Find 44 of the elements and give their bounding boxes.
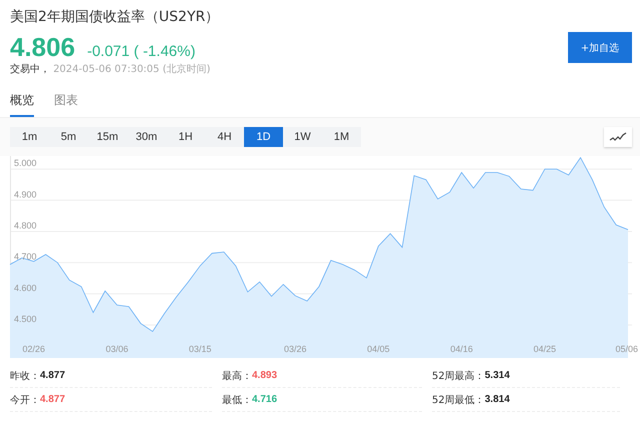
period-button[interactable]: 5m bbox=[49, 127, 88, 147]
price-change: -0.071 ( -1.46%) bbox=[87, 43, 196, 60]
x-axis-label: 03/06 bbox=[106, 344, 128, 354]
y-axis-label: 4.600 bbox=[14, 282, 37, 293]
x-axis-label: 02/26 bbox=[22, 344, 46, 354]
stat-label: 昨收： bbox=[10, 370, 40, 382]
y-axis-label: 4.700 bbox=[14, 252, 37, 262]
stat-label: 最高： bbox=[222, 370, 252, 382]
stat-label: 52周最低： bbox=[432, 394, 485, 406]
stat-label: 52周最高： bbox=[432, 370, 485, 382]
period-button[interactable]: 1D bbox=[244, 127, 283, 147]
y-axis-label: 4.500 bbox=[14, 314, 37, 324]
quote-title: 美国2年期国债收益率（US2YR） bbox=[10, 8, 220, 27]
x-axis-label: 04/25 bbox=[534, 344, 556, 354]
stat-value: 4.716 bbox=[252, 394, 278, 405]
y-axis-label: 4.900 bbox=[14, 189, 37, 200]
x-axis-label: 04/05 bbox=[367, 344, 390, 354]
x-axis-label: 03/26 bbox=[284, 344, 306, 354]
stat-label: 今开： bbox=[10, 394, 40, 406]
y-axis-label: 4.800 bbox=[14, 220, 37, 230]
stat-value: 4.877 bbox=[40, 370, 66, 381]
period-button[interactable]: 4H bbox=[205, 127, 244, 147]
period-button[interactable]: 1m bbox=[10, 127, 49, 147]
x-axis-label: 03/15 bbox=[188, 344, 212, 354]
trading-status: 交易中， bbox=[10, 64, 50, 75]
period-button[interactable]: 30m bbox=[127, 127, 166, 147]
stat-value: 3.814 bbox=[484, 394, 510, 405]
timestamp: 2024-05-06 07:30:05 (北京时间) bbox=[53, 64, 210, 75]
period-button[interactable]: 1W bbox=[283, 127, 322, 147]
stat-value: 5.314 bbox=[484, 370, 510, 381]
stat-label: 最低： bbox=[222, 394, 252, 406]
period-button[interactable]: 15m bbox=[88, 127, 127, 147]
price: 4.806 bbox=[10, 32, 76, 62]
chart-type-button[interactable] bbox=[604, 127, 632, 147]
add-watchlist-button[interactable]: +加自选 bbox=[568, 32, 632, 63]
line-chart-icon bbox=[609, 132, 627, 142]
stat-value: 4.877 bbox=[40, 394, 66, 405]
stat-value: 4.893 bbox=[252, 370, 278, 381]
y-axis-label: 5.000 bbox=[14, 158, 37, 168]
period-button[interactable]: 1H bbox=[166, 127, 205, 147]
tab[interactable]: 图表 bbox=[54, 86, 78, 117]
x-axis-label: 04/16 bbox=[450, 344, 473, 354]
x-axis-label: 05/06 bbox=[615, 344, 638, 354]
period-button[interactable]: 1M bbox=[322, 127, 361, 147]
